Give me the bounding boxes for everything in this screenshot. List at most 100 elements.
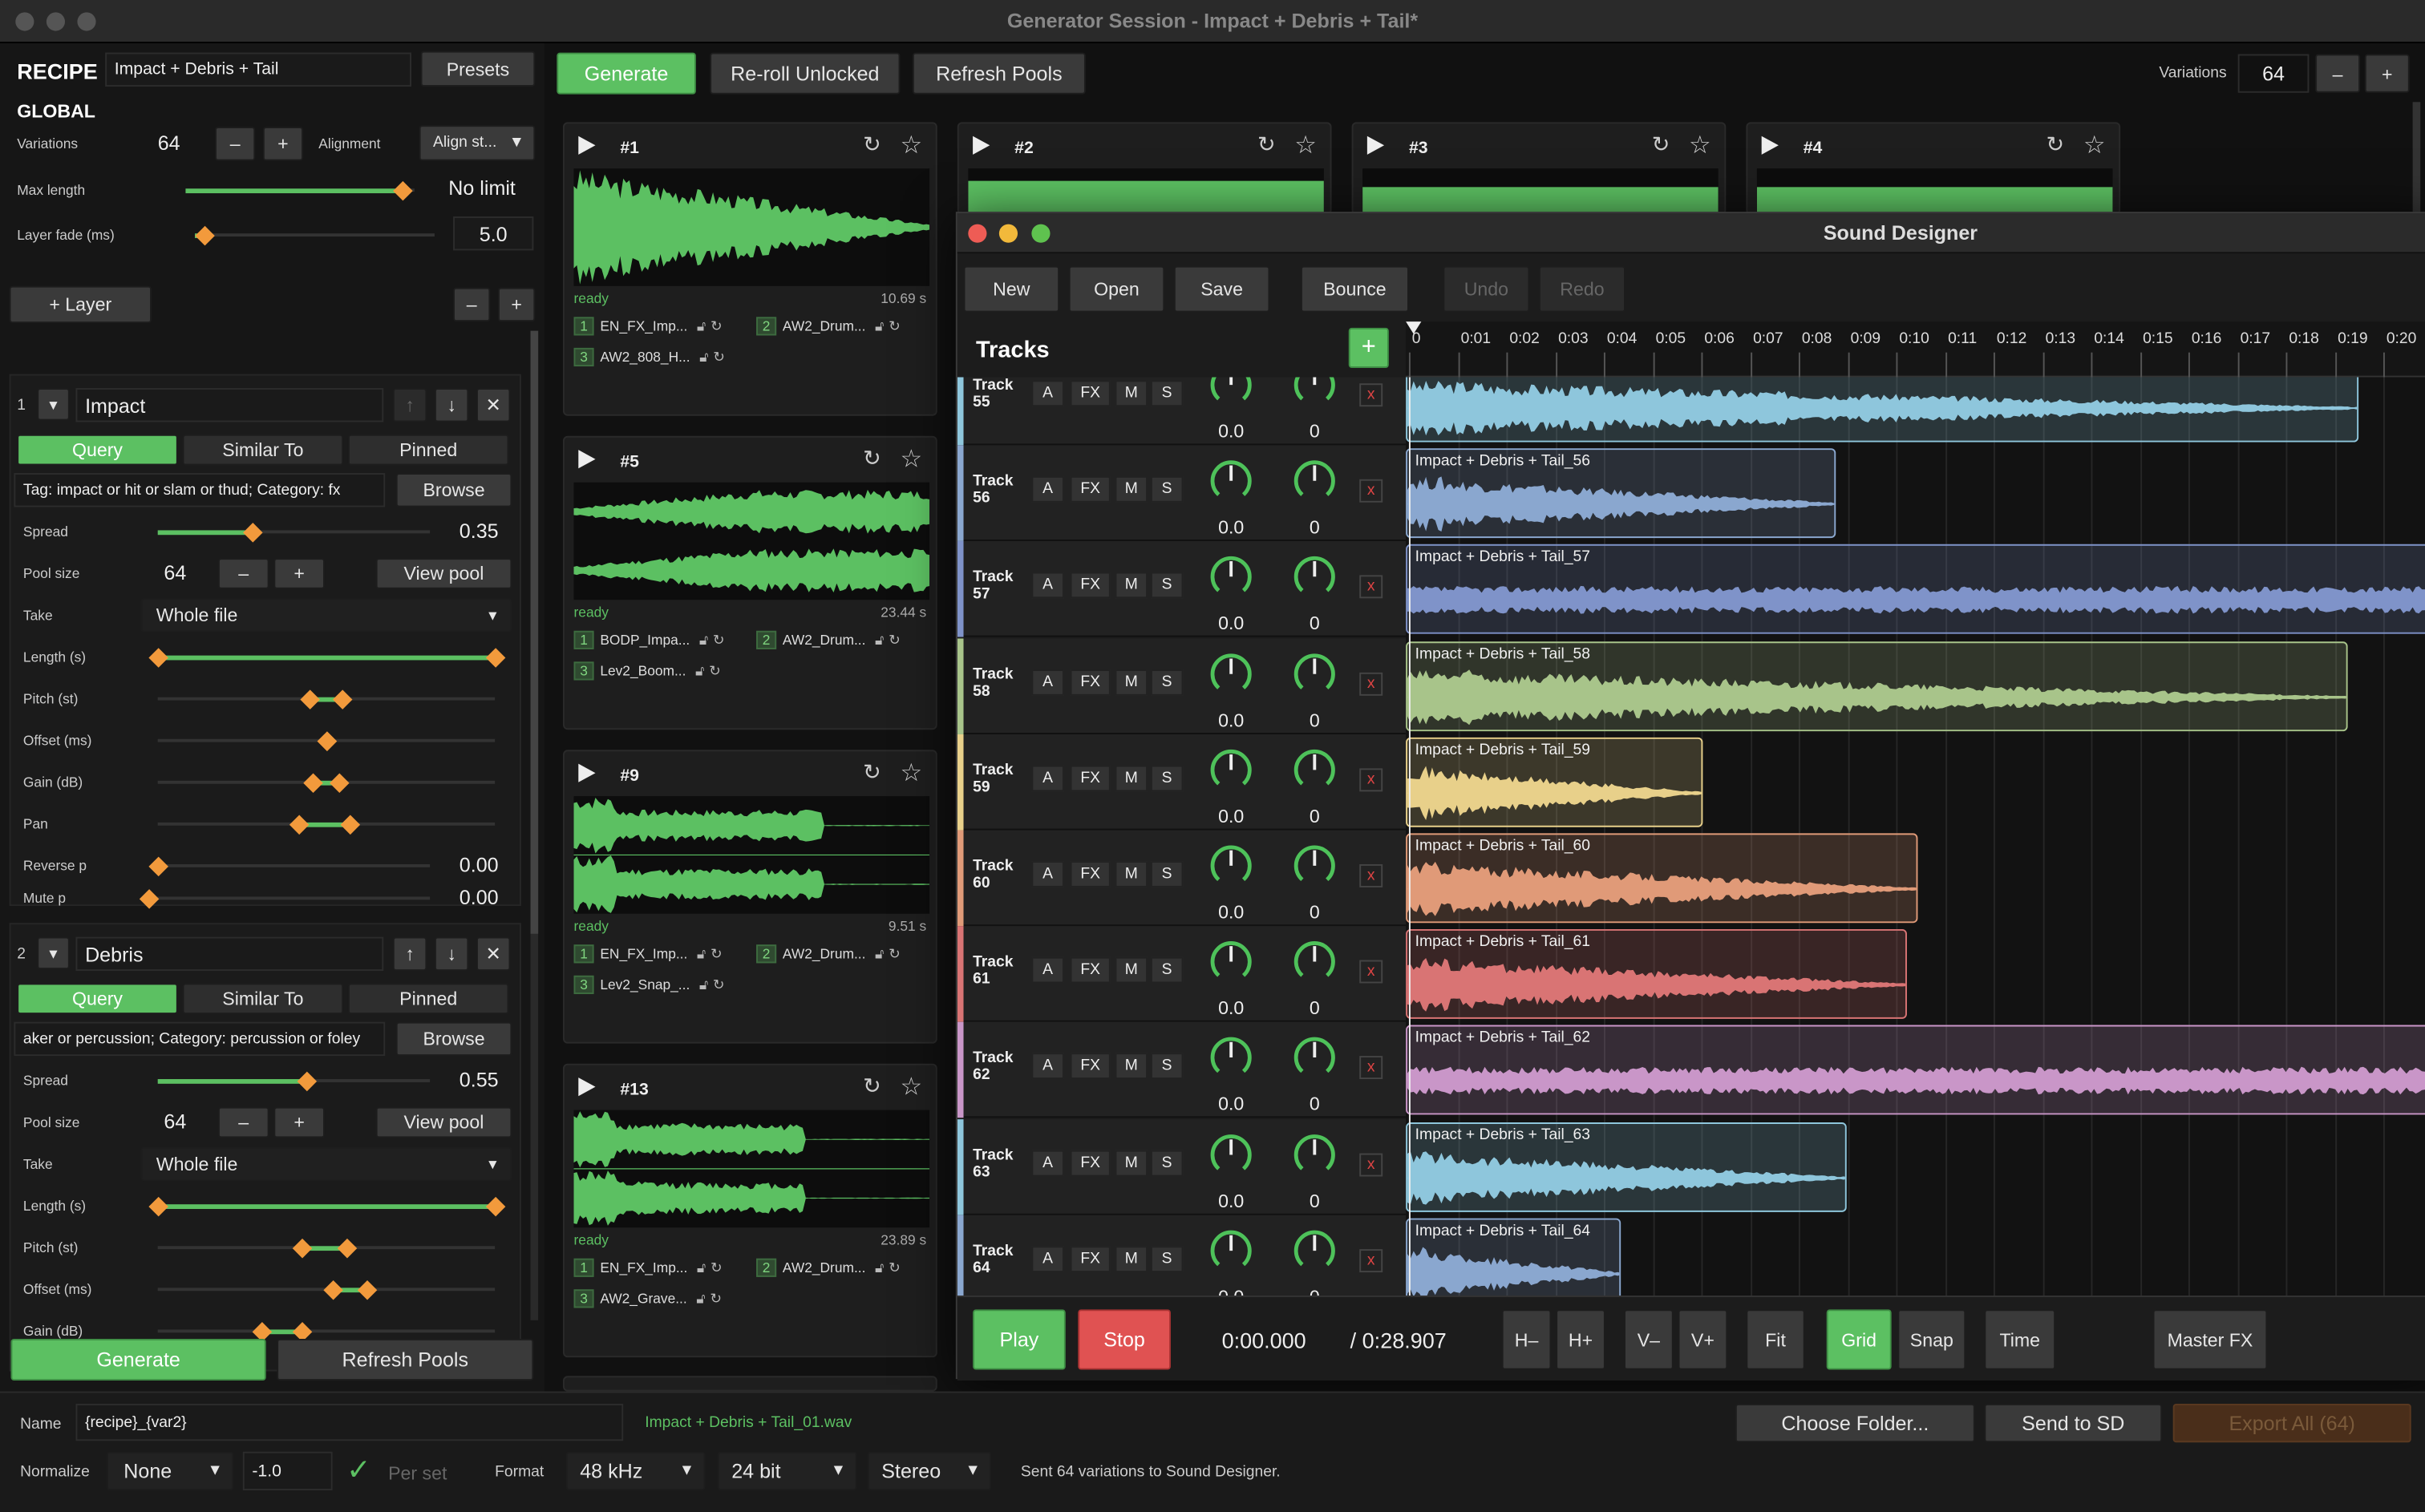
star-icon[interactable]: ☆ <box>900 758 922 789</box>
add-track-button[interactable]: + <box>1348 327 1389 368</box>
layer-tab-similar-to[interactable]: Similar To <box>182 983 344 1015</box>
volume-value[interactable]: 0.0 <box>1208 901 1254 923</box>
layer-browse-button[interactable]: Browse <box>395 1021 512 1057</box>
volume-knob[interactable] <box>1208 377 1254 409</box>
pan-value[interactable]: 0 <box>1291 1286 1338 1296</box>
volume-value[interactable]: 0.0 <box>1208 421 1254 443</box>
sample-rate-select[interactable]: 48 kHz ▼ <box>565 1451 706 1490</box>
reroll-icon[interactable]: ↻ <box>2046 131 2065 158</box>
source-chip[interactable]: 2 AW2_Drum... 🔓︎ ↻ <box>756 317 901 336</box>
layer-tab-pinned[interactable]: Pinned <box>347 983 509 1015</box>
pan-value[interactable]: 0 <box>1291 901 1338 923</box>
source-chip[interactable]: 3 AW2_Grave... 🔓︎ ↻ <box>573 1289 722 1308</box>
play-icon[interactable] <box>578 763 596 782</box>
max-length-handle[interactable] <box>393 180 413 200</box>
track-s-button[interactable]: S <box>1150 380 1184 407</box>
pan-knob[interactable] <box>1291 554 1338 600</box>
reroll-icon[interactable]: ↻ <box>863 131 881 158</box>
track-fx-button[interactable]: FX <box>1070 476 1111 503</box>
track-delete-button[interactable]: x <box>1359 576 1383 600</box>
track-row[interactable]: Track 56 A FX M S 0.0 0 x <box>957 445 1407 542</box>
pan-value[interactable]: 0 <box>1291 421 1338 443</box>
layer-fade-handle[interactable] <box>194 224 215 245</box>
track-delete-button[interactable]: x <box>1359 863 1383 887</box>
pan-knob[interactable] <box>1291 377 1338 409</box>
lock-icon[interactable]: 🔓︎ <box>697 1260 706 1275</box>
max-length-value[interactable]: No limit <box>448 176 516 200</box>
source-chip[interactable]: 2 AW2_Drum... 🔓︎ ↻ <box>756 944 901 964</box>
audio-clip[interactable]: Impact + Debris + Tail_56 <box>1406 448 1836 539</box>
play-icon[interactable] <box>578 1077 596 1097</box>
track-fx-button[interactable]: FX <box>1070 1245 1111 1272</box>
lock-icon[interactable]: 🔓︎ <box>697 946 706 961</box>
track-row[interactable]: Track 61 A FX M S 0.0 0 x <box>957 926 1407 1023</box>
track-a-button[interactable]: A <box>1031 957 1064 984</box>
track-name[interactable]: Track 60 <box>973 858 1026 891</box>
track-name[interactable]: Track 62 <box>973 1050 1026 1084</box>
sd-minimize-dot[interactable] <box>998 224 1018 243</box>
track-row[interactable]: Track 60 A FX M S 0.0 0 x <box>957 830 1407 927</box>
reroll-icon[interactable]: ↻ <box>889 318 901 334</box>
view-pool-button[interactable]: View pool <box>375 558 512 589</box>
volume-knob[interactable] <box>1208 1035 1254 1081</box>
volume-knob[interactable] <box>1208 554 1254 600</box>
source-chip[interactable]: 2 AW2_Drum... 🔓︎ ↻ <box>756 630 901 649</box>
track-row[interactable]: Track 62 A FX M S 0.0 0 x <box>957 1022 1407 1118</box>
pan-knob[interactable] <box>1291 458 1338 504</box>
track-delete-button[interactable]: x <box>1359 960 1383 984</box>
time-button[interactable]: Time <box>1984 1309 2056 1370</box>
play-icon[interactable] <box>1761 135 1779 155</box>
reroll-unlocked-button[interactable]: Re-roll Unlocked <box>710 52 901 95</box>
volume-value[interactable]: 0.0 <box>1208 997 1254 1019</box>
pan-knob[interactable] <box>1291 650 1338 697</box>
sd-zoom-dot[interactable] <box>1031 224 1051 243</box>
volume-value[interactable]: 0.0 <box>1208 516 1254 538</box>
channels-select[interactable]: Stereo ▼ <box>867 1451 992 1490</box>
track-fx-button[interactable]: FX <box>1070 380 1111 407</box>
add-layer-small-button[interactable]: + <box>498 287 536 322</box>
layer-delete-button[interactable]: ✕ <box>476 388 511 422</box>
max-length-slider[interactable] <box>185 180 415 200</box>
pool-minus-button[interactable]: – <box>217 558 269 589</box>
v-zoom-in-button[interactable]: V+ <box>1678 1309 1728 1370</box>
view-pool-button[interactable]: View pool <box>375 1106 512 1138</box>
star-icon[interactable]: ☆ <box>900 1071 922 1102</box>
v-zoom-out-button[interactable]: V– <box>1624 1309 1674 1370</box>
reverse-value[interactable]: 0.00 <box>459 853 499 876</box>
track-m-button[interactable]: M <box>1115 861 1148 887</box>
pan-value[interactable]: 0 <box>1291 709 1338 730</box>
track-m-button[interactable]: M <box>1115 957 1148 984</box>
track-delete-button[interactable]: x <box>1359 768 1383 791</box>
pan-value[interactable]: 0 <box>1291 612 1338 634</box>
track-name[interactable]: Track 59 <box>973 762 1026 795</box>
volume-knob[interactable] <box>1208 1131 1254 1178</box>
track-m-button[interactable]: M <box>1115 669 1148 695</box>
variations-count-input[interactable]: 64 <box>2237 54 2310 93</box>
pool-minus-button[interactable]: – <box>217 1106 269 1138</box>
reroll-icon[interactable]: ↻ <box>710 1260 723 1275</box>
variation-card[interactable]: #5 ↻ ☆ ready 23.44 s 1 BODP_Impa... 🔓︎ ↻ 2 AW2_Dru… <box>563 435 937 730</box>
reroll-icon[interactable]: ↻ <box>889 1260 901 1275</box>
track-s-button[interactable]: S <box>1150 1245 1184 1272</box>
variations-count-minus[interactable]: – <box>2315 54 2361 93</box>
pan-value[interactable]: 0 <box>1291 1190 1338 1211</box>
h-zoom-in-button[interactable]: H+ <box>1556 1309 1605 1370</box>
track-name[interactable]: Track 56 <box>973 473 1026 507</box>
range-slider[interactable] <box>157 1280 496 1300</box>
normalize-select[interactable]: None ▼ <box>107 1451 234 1490</box>
layer-name-input[interactable]: Debris <box>75 936 384 972</box>
track-name[interactable]: Track 61 <box>973 954 1026 988</box>
track-fx-button[interactable]: FX <box>1070 765 1111 791</box>
track-fx-button[interactable]: FX <box>1070 669 1111 695</box>
track-fx-button[interactable]: FX <box>1070 861 1111 887</box>
volume-knob[interactable] <box>1208 1227 1254 1274</box>
track-delete-button[interactable]: x <box>1359 1152 1383 1176</box>
variations-value[interactable]: 64 <box>158 131 180 155</box>
volume-value[interactable]: 0.0 <box>1208 1286 1254 1296</box>
track-row[interactable]: Track 58 A FX M S 0.0 0 x <box>957 637 1407 734</box>
track-a-button[interactable]: A <box>1031 861 1064 887</box>
pool-size-value[interactable]: 64 <box>164 561 186 584</box>
range-slider[interactable] <box>148 1195 505 1216</box>
variations-plus-button[interactable]: + <box>262 127 304 161</box>
waveform-view[interactable] <box>1756 168 2113 214</box>
